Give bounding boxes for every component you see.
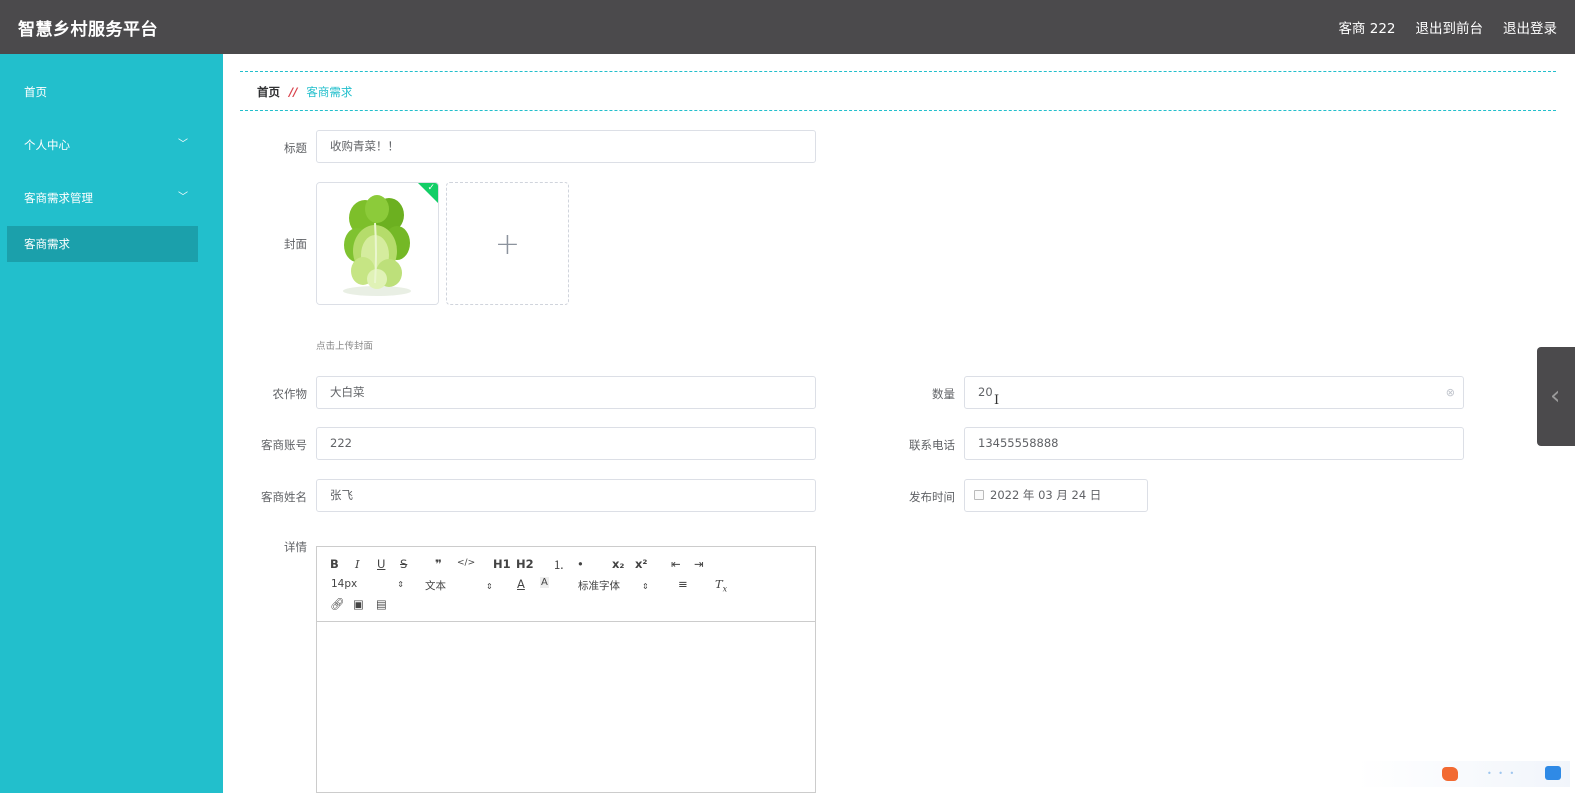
breadcrumb-current: 客商需求 [306,85,353,99]
crop-label: 农作物 [272,387,308,401]
name-label: 客商姓名 [261,490,307,504]
side-collapse-tab[interactable]: ‹ [1537,347,1575,446]
plus-icon: + [494,227,521,262]
date-checkbox[interactable] [974,490,984,500]
select-arrow-icon: ⇕ [397,580,404,589]
quantity-input[interactable]: 20 I ⊗ [964,376,1464,409]
name-input[interactable]: 张飞 [316,479,816,512]
bottom-floating-widget: • • • [1357,761,1570,787]
app-title: 智慧乡村服务平台 [18,20,158,40]
breadcrumb-top-divider [240,71,1556,72]
text-cursor-icon: I [994,393,1000,408]
rich-text-editor[interactable]: B I U S ❞ </> H1 H2 ⒈ • x₂ x² ⇤ ⇥ 14px ⇕ … [316,546,816,793]
logout-link[interactable]: 退出登录 [1503,17,1557,37]
sidebar-item-label: 首页 [24,85,47,99]
detail-label: 详情 [284,540,307,554]
orange-app-icon[interactable] [1442,767,1458,781]
subscript-button[interactable]: x₂ [612,557,624,571]
crop-input-value: 大白菜 [330,385,365,399]
font-family-select[interactable]: 标准字体 ⇕ [578,578,649,593]
cover-image-thumbnail[interactable]: ✓ [316,182,439,305]
sidebar-item-label: 客商需求管理 [24,191,93,205]
breadcrumb-home[interactable]: 首页 [257,84,280,100]
image-icon[interactable]: ▣ [353,597,364,611]
sidebar-item-personal-center[interactable]: 个人中心 ﹀ [7,127,198,163]
blue-app-icon[interactable] [1545,766,1561,780]
font-family-value: 标准字体 [578,580,620,592]
account-input[interactable]: 222 [316,427,816,460]
user-name-link[interactable]: 客商 222 [1338,17,1395,37]
link-icon[interactable]: 🔗︎ [330,597,345,611]
title-input[interactable]: 收购青菜！！ [316,130,816,163]
phone-label: 联系电话 [909,438,955,452]
strike-button[interactable]: S [400,557,407,571]
sidebar-item-demand[interactable]: 客商需求 [7,226,198,262]
header-actions: 客商 222 退出到前台 退出登录 [1338,17,1557,37]
name-input-value: 张飞 [330,488,353,502]
upload-cover-button[interactable]: + [446,182,569,305]
sidebar: 首页 个人中心 ﹀ 客商需求管理 ﹀ 客商需求 [0,54,223,793]
quantity-input-value: 20 [978,385,993,399]
font-size-select[interactable]: 14px ⇕ [331,578,404,590]
heading1-button[interactable]: H1 [493,557,511,571]
quantity-label: 数量 [932,387,955,401]
chevron-down-icon: ﹀ [178,139,188,150]
clear-format-icon[interactable]: Tx [715,577,727,593]
outdent-button[interactable]: ⇤ [671,557,681,571]
indent-button[interactable]: ⇥ [694,557,704,571]
top-header: 智慧乡村服务平台 客商 222 退出到前台 退出登录 [0,0,1575,54]
account-input-value: 222 [330,436,352,450]
chevron-left-icon: ‹ [1550,381,1561,411]
font-size-value: 14px [331,578,358,590]
phone-input-value: 13455558888 [978,436,1059,450]
ordered-list-button[interactable]: ⒈ [553,557,565,573]
underline-button[interactable]: U [377,557,385,571]
heading2-button[interactable]: H2 [516,557,534,571]
crop-input[interactable]: 大白菜 [316,376,816,409]
clear-icon[interactable]: ⊗ [1446,377,1455,408]
font-color-icon[interactable]: A [517,577,525,591]
publish-time-label: 发布时间 [909,490,955,504]
sidebar-item-label: 个人中心 [24,138,70,152]
sidebar-item-home[interactable]: 首页 [7,74,198,110]
publish-time-input[interactable]: 2022 年 03 月 24 日 [964,479,1148,512]
dots-icon: • • • [1487,769,1517,778]
align-icon[interactable]: ≡ [678,577,688,591]
blockquote-button[interactable]: ❞ [435,557,442,571]
breadcrumb-bottom-divider [240,110,1556,111]
title-label: 标题 [284,141,307,155]
account-label: 客商账号 [261,438,307,452]
header-select-value: 文本 [425,580,446,592]
chevron-down-icon: ﹀ [178,192,188,203]
video-icon[interactable]: ▤ [376,597,387,611]
header-select[interactable]: 文本 ⇕ [425,578,493,593]
breadcrumb: 首页 // 客商需求 [257,84,352,100]
select-arrow-icon: ⇕ [486,582,493,591]
select-arrow-icon: ⇕ [642,582,649,591]
publish-time-value: 2022 年 03 月 24 日 [990,488,1102,502]
editor-toolbar: B I U S ❞ </> H1 H2 ⒈ • x₂ x² ⇤ ⇥ 14px ⇕ … [317,547,815,622]
background-color-icon[interactable]: A [540,577,549,588]
sidebar-item-demand-management[interactable]: 客商需求管理 ﹀ [7,180,198,216]
cover-hint: 点击上传封面 [316,341,374,352]
superscript-button[interactable]: x² [635,557,647,571]
bold-button[interactable]: B [330,557,339,571]
breadcrumb-separator: // [289,85,298,99]
check-icon: ✓ [427,183,435,193]
code-block-button[interactable]: </> [457,558,475,568]
title-input-value: 收购青菜！！ [330,139,399,153]
bullet-list-button[interactable]: • [577,557,584,571]
cover-label: 封面 [284,237,307,251]
exit-to-frontend-link[interactable]: 退出到前台 [1416,17,1484,37]
phone-input[interactable]: 13455558888 [964,427,1464,460]
sidebar-item-label: 客商需求 [24,237,70,251]
italic-button[interactable]: I [355,557,360,571]
